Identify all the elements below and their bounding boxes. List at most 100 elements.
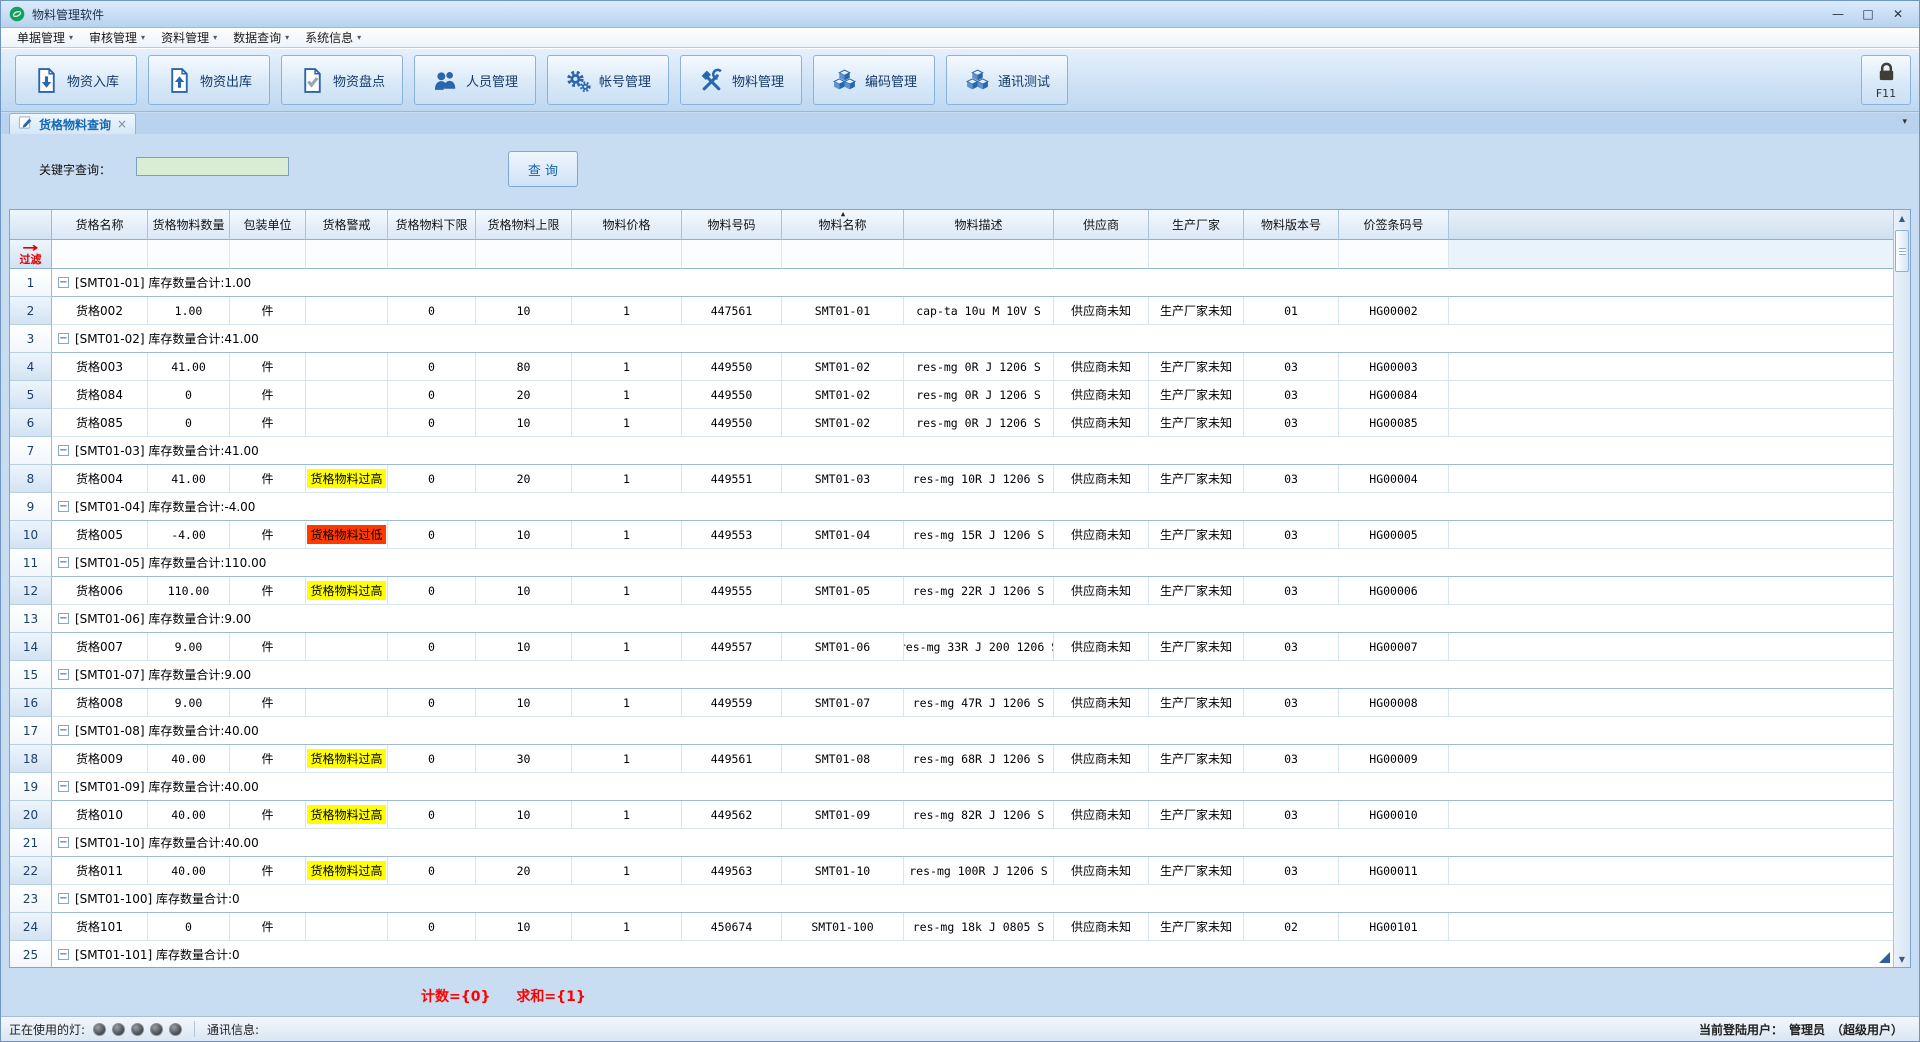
filter-cell-12[interactable] (1149, 240, 1244, 269)
table-row[interactable]: 24货格1010件0101450674SMT01-100res-mg 18k J… (10, 913, 1893, 941)
group-row[interactable]: 7−[SMT01-03] 库存数量合计:41.00 (10, 437, 1893, 465)
filter-cell-5[interactable] (388, 240, 476, 269)
table-row[interactable]: 12货格006110.00件货格物料过高0101449555SMT01-05re… (10, 577, 1893, 605)
tab-close-icon[interactable]: × (117, 117, 127, 131)
row-filler (1449, 633, 1893, 661)
group-summary-label: [SMT01-101] 库存数量合计:0 (75, 946, 240, 963)
table-row[interactable]: 8货格00441.00件货格物料过高0201449551SMT01-03res-… (10, 465, 1893, 493)
toolbar-button-1[interactable]: 物资入库 (15, 55, 137, 105)
collapse-icon[interactable]: − (58, 445, 69, 456)
filter-cell-9[interactable] (782, 240, 904, 269)
minimize-button[interactable]: — (1823, 4, 1853, 24)
column-header-14[interactable]: 价签条码号 (1339, 210, 1449, 240)
scroll-down-icon[interactable]: ▼ (1894, 951, 1910, 967)
filter-cell-1[interactable] (52, 240, 148, 269)
group-row[interactable]: 17−[SMT01-08] 库存数量合计:40.00 (10, 717, 1893, 745)
group-row[interactable]: 21−[SMT01-10] 库存数量合计:40.00 (10, 829, 1893, 857)
group-summary-label: [SMT01-08] 库存数量合计:40.00 (75, 722, 259, 739)
keyword-query-input[interactable] (136, 157, 289, 176)
close-button[interactable]: ✕ (1883, 4, 1913, 24)
menu-item-5[interactable]: 系统信息▾ (297, 28, 369, 47)
column-header-7[interactable]: 物料价格 (572, 210, 682, 240)
group-row[interactable]: 11−[SMT01-05] 库存数量合计:110.00 (10, 549, 1893, 577)
column-header-8[interactable]: 物料号码 (682, 210, 782, 240)
table-row[interactable]: 6货格0850件0101449550SMT01-02res-mg 0R J 12… (10, 409, 1893, 437)
filter-cell-7[interactable] (572, 240, 682, 269)
menu-item-1[interactable]: 单据管理▾ (9, 28, 81, 47)
query-button[interactable]: 查 询 (508, 151, 578, 187)
column-header-10[interactable]: 物料描述 (904, 210, 1054, 240)
row-filler (1449, 409, 1893, 437)
table-row[interactable]: 10货格005-4.00件货格物料过低0101449553SMT01-04res… (10, 521, 1893, 549)
cell-11: 供应商未知 (1054, 381, 1149, 409)
column-header-12[interactable]: 生产厂家 (1149, 210, 1244, 240)
collapse-icon[interactable]: − (58, 837, 69, 848)
maximize-button[interactable]: □ (1853, 4, 1883, 24)
filter-cell-11[interactable] (1054, 240, 1149, 269)
group-row[interactable]: 1−[SMT01-01] 库存数量合计:1.00 (10, 269, 1893, 297)
filter-cell-10[interactable] (904, 240, 1054, 269)
group-row[interactable]: 25−[SMT01-101] 库存数量合计:0 (10, 941, 1893, 967)
menu-item-3[interactable]: 资料管理▾ (153, 28, 225, 47)
table-row[interactable]: 5货格0840件0201449550SMT01-02res-mg 0R J 12… (10, 381, 1893, 409)
toolbar-button-7[interactable]: 编码管理 (813, 55, 935, 105)
collapse-icon[interactable]: − (58, 613, 69, 624)
group-row[interactable]: 23−[SMT01-100] 库存数量合计:0 (10, 885, 1893, 913)
collapse-icon[interactable]: − (58, 557, 69, 568)
filter-cell-2[interactable] (148, 240, 230, 269)
toolbar-button-2[interactable]: 物资出库 (148, 55, 270, 105)
table-row[interactable]: 22货格01140.00件货格物料过高0201449563SMT01-10res… (10, 857, 1893, 885)
filter-cell-8[interactable] (682, 240, 782, 269)
group-row[interactable]: 3−[SMT01-02] 库存数量合计:41.00 (10, 325, 1893, 353)
table-row[interactable]: 18货格00940.00件货格物料过高0301449561SMT01-08res… (10, 745, 1893, 773)
collapse-icon[interactable]: − (58, 277, 69, 288)
collapse-icon[interactable]: − (58, 781, 69, 792)
cell-9: SMT01-02 (782, 381, 904, 409)
collapse-icon[interactable]: − (58, 725, 69, 736)
filter-cell-6[interactable] (476, 240, 572, 269)
column-header-9[interactable]: 物料名称▲ (782, 210, 904, 240)
group-row[interactable]: 19−[SMT01-09] 库存数量合计:40.00 (10, 773, 1893, 801)
column-header-1[interactable]: 货格名称 (52, 210, 148, 240)
table-row[interactable]: 2货格0021.00件0101447561SMT01-01cap-ta 10u … (10, 297, 1893, 325)
toolbar-button-6[interactable]: 物料管理 (680, 55, 802, 105)
table-row[interactable]: 4货格00341.00件0801449550SMT01-02res-mg 0R … (10, 353, 1893, 381)
collapse-icon[interactable]: − (58, 333, 69, 344)
collapse-icon[interactable]: − (58, 893, 69, 904)
table-row[interactable]: 20货格01040.00件货格物料过高0101449562SMT01-09res… (10, 801, 1893, 829)
group-row[interactable]: 13−[SMT01-06] 库存数量合计:9.00 (10, 605, 1893, 633)
grid-header-select-all[interactable] (10, 210, 52, 240)
scroll-up-icon[interactable]: ▲ (1894, 210, 1910, 226)
lock-f11-button[interactable]: F11 (1861, 55, 1911, 105)
toolbar-button-8[interactable]: 通讯测试 (946, 55, 1068, 105)
table-row[interactable]: 14货格0079.00件0101449557SMT01-06res-mg 33R… (10, 633, 1893, 661)
column-header-3[interactable]: 包装单位 (230, 210, 306, 240)
menu-item-4[interactable]: 数据查询▾ (225, 28, 297, 47)
tab-list-dropdown-icon[interactable]: ▾ (1902, 117, 1907, 127)
toolbar-button-4[interactable]: 人员管理 (414, 55, 536, 105)
group-row[interactable]: 15−[SMT01-07] 库存数量合计:9.00 (10, 661, 1893, 689)
table-row[interactable]: 16货格0089.00件0101449559SMT01-07res-mg 47R… (10, 689, 1893, 717)
toolbar-button-5[interactable]: 帐号管理 (547, 55, 669, 105)
filter-cell-3[interactable] (230, 240, 306, 269)
collapse-icon[interactable]: − (58, 949, 69, 960)
collapse-icon[interactable]: − (58, 669, 69, 680)
column-header-13[interactable]: 物料版本号 (1244, 210, 1339, 240)
toolbar-button-3[interactable]: 物资盘点 (281, 55, 403, 105)
column-header-4[interactable]: 货格警戒 (306, 210, 388, 240)
column-header-2[interactable]: 货格物料数量 (148, 210, 230, 240)
filter-cell-4[interactable] (306, 240, 388, 269)
menu-item-2[interactable]: 审核管理▾ (81, 28, 153, 47)
cell-3: 件 (230, 913, 306, 941)
group-row[interactable]: 9−[SMT01-04] 库存数量合计:-4.00 (10, 493, 1893, 521)
cell-1: 货格008 (52, 689, 148, 717)
collapse-icon[interactable]: − (58, 501, 69, 512)
vertical-scrollbar[interactable]: ▲ ▼ (1893, 210, 1910, 967)
column-header-5[interactable]: 货格物料下限 (388, 210, 476, 240)
column-header-11[interactable]: 供应商 (1054, 210, 1149, 240)
column-header-6[interactable]: 货格物料上限 (476, 210, 572, 240)
filter-cell-14[interactable] (1339, 240, 1449, 269)
tab-cargo-material-query[interactable]: 货格物料查询 × (9, 113, 136, 134)
filter-cell-13[interactable] (1244, 240, 1339, 269)
scrollbar-thumb[interactable] (1895, 230, 1909, 272)
